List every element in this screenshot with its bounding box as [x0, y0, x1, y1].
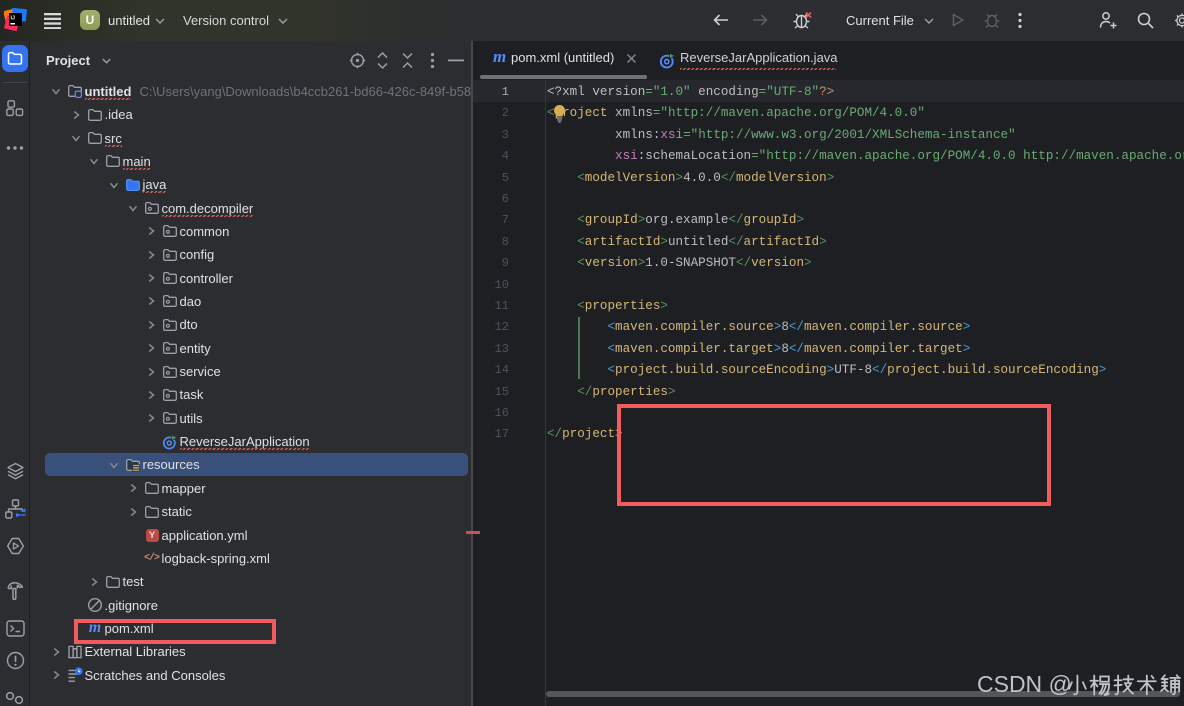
- svg-text:IJ: IJ: [11, 16, 15, 22]
